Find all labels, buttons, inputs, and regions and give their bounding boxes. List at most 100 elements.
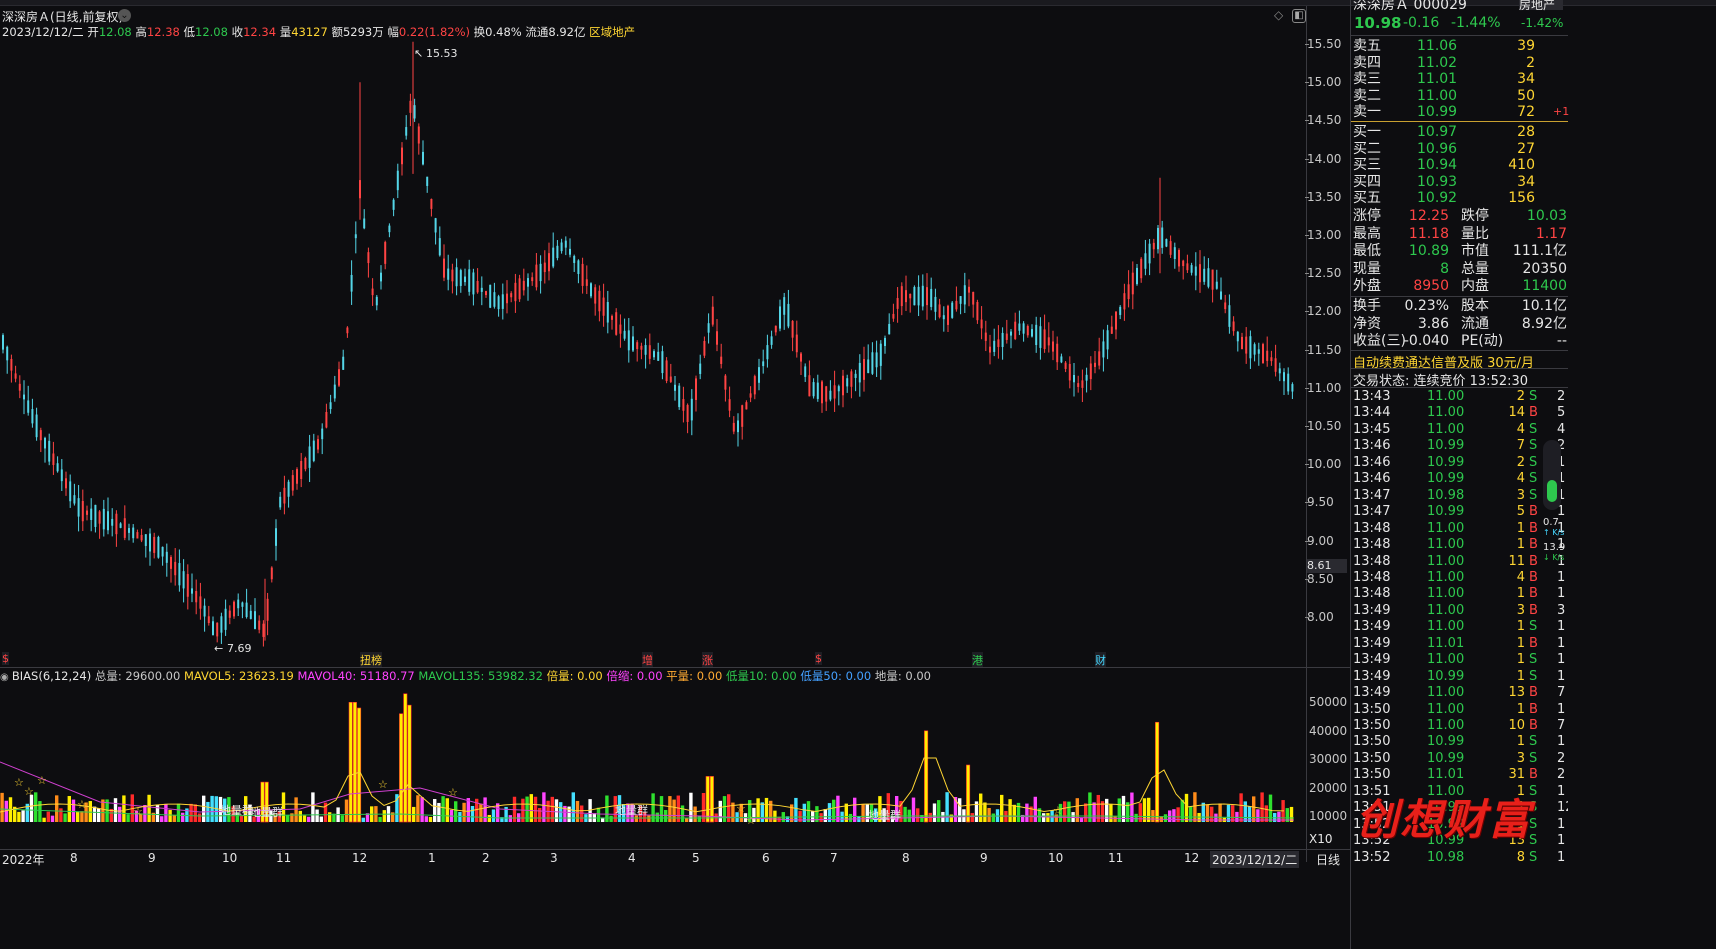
tick-row[interactable]: 13:49 11.00 1 S 1 bbox=[1351, 618, 1568, 636]
candle-body bbox=[1165, 239, 1168, 247]
volume-bar bbox=[773, 810, 777, 822]
order-book-volume: 39 bbox=[1517, 38, 1535, 54]
tick-row[interactable]: 13:43 11.00 2 S 2 bbox=[1351, 388, 1568, 406]
tick-row[interactable]: 13:49 10.99 1 S 1 bbox=[1351, 668, 1568, 686]
candlestick-chart[interactable]: 15.53↖7.69← bbox=[0, 6, 1306, 666]
stats-row: 涨停 12.25 跌停 10.03 bbox=[1351, 207, 1583, 225]
candle-body bbox=[111, 518, 114, 526]
order-book-row[interactable]: 卖四 11.02 2 bbox=[1351, 54, 1583, 72]
tick-row[interactable]: 13:46 10.99 2 S 1 bbox=[1351, 454, 1568, 472]
tick-row[interactable]: 13:50 10.99 1 S 1 bbox=[1351, 733, 1568, 751]
candle-body bbox=[1102, 341, 1105, 358]
volume-bar bbox=[147, 794, 151, 822]
candle-body bbox=[913, 287, 916, 306]
tick-count: 1 bbox=[1557, 734, 1566, 750]
event-marker[interactable]: 扭榜 bbox=[360, 652, 382, 668]
tick-row[interactable]: 13:45 11.00 4 S 4 bbox=[1351, 421, 1568, 439]
order-book-row[interactable]: 卖五 11.06 39 bbox=[1351, 37, 1583, 55]
order-book-row[interactable]: 卖三 11.01 34 bbox=[1351, 70, 1583, 88]
volume-tick: 20000 bbox=[1309, 780, 1348, 795]
event-marker[interactable]: $ bbox=[2, 652, 9, 665]
candle-body bbox=[1106, 330, 1109, 350]
tick-side: B bbox=[1529, 520, 1538, 536]
volume-bar bbox=[1151, 810, 1155, 822]
tick-volume: 31 bbox=[1508, 767, 1525, 783]
order-book-row[interactable]: 卖二 11.00 50 bbox=[1351, 87, 1583, 105]
candle-body bbox=[346, 327, 349, 334]
order-book-row[interactable]: 卖一 10.99 72 +1 bbox=[1351, 103, 1583, 121]
price-tick-mark bbox=[1305, 387, 1309, 389]
event-marker[interactable]: $ bbox=[815, 652, 822, 665]
order-book-label: 买三 bbox=[1353, 157, 1381, 173]
candle-body bbox=[619, 324, 622, 334]
tick-side: S bbox=[1529, 668, 1538, 684]
stats-row: 最高 11.18 量比 1.17 bbox=[1351, 225, 1583, 243]
tick-row[interactable]: 13:47 10.98 3 S 1 bbox=[1351, 487, 1568, 505]
tick-row[interactable]: 13:48 11.00 4 B 1 bbox=[1351, 569, 1568, 587]
order-book-row[interactable]: 买三 10.94 410 bbox=[1351, 156, 1583, 174]
chart-area[interactable]: 深深房Ａ(日线,前复权) ⌄ ◇ ◧ 2023/12/12/二 开12.08 高… bbox=[0, 6, 1432, 949]
tick-row[interactable]: 13:46 10.99 7 S 2 bbox=[1351, 437, 1568, 455]
tick-row[interactable]: 13:49 11.00 13 B 7 bbox=[1351, 684, 1568, 702]
star-icon: ☆ bbox=[448, 786, 458, 799]
tick-row[interactable]: 13:50 11.00 10 B 7 bbox=[1351, 717, 1568, 735]
order-book-row[interactable]: 买四 10.93 34 bbox=[1351, 173, 1583, 191]
candle-body bbox=[606, 302, 609, 323]
volume-bar bbox=[991, 813, 995, 822]
order-book-row[interactable]: 买二 10.96 27 bbox=[1351, 140, 1583, 158]
event-marker[interactable]: 财 bbox=[1095, 652, 1106, 668]
event-marker[interactable]: 港 bbox=[972, 652, 983, 668]
tick-price: 10.99 bbox=[1427, 504, 1465, 520]
tick-row[interactable]: 13:48 11.00 1 B 1 bbox=[1351, 585, 1568, 603]
volume-bar bbox=[352, 701, 357, 823]
tick-volume: 5 bbox=[1516, 504, 1525, 520]
tick-price: 11.00 bbox=[1427, 553, 1465, 569]
candle-body bbox=[434, 218, 437, 233]
tick-row[interactable]: 13:49 11.00 1 S 1 bbox=[1351, 651, 1568, 669]
tick-count: 2 bbox=[1557, 389, 1566, 404]
sector-badge[interactable]: 房地产 bbox=[1519, 0, 1563, 12]
tick-time: 13:48 bbox=[1353, 520, 1391, 536]
tick-row[interactable]: 13:48 11.00 11 B 1 bbox=[1351, 553, 1568, 571]
tick-time: 13:52 bbox=[1353, 849, 1391, 865]
candle-body bbox=[170, 557, 172, 569]
candle-body bbox=[1014, 321, 1017, 340]
indicator-settings-icon[interactable]: ◉ bbox=[0, 672, 12, 683]
tick-row[interactable]: 13:50 11.01 31 B 2 bbox=[1351, 766, 1568, 784]
trading-window: 深深房Ａ(日线,前复权) ⌄ ◇ ◧ 2023/12/12/二 开12.08 高… bbox=[0, 0, 1716, 949]
candle-body bbox=[426, 176, 429, 186]
tick-row[interactable]: 13:50 10.99 3 S 2 bbox=[1351, 750, 1568, 768]
indicator-label: 地量: bbox=[871, 669, 906, 683]
tick-list[interactable]: 13:43 11.00 2 S 2 13:44 11.00 14 B 5 13:45 11.00 4 S 4… bbox=[1351, 388, 1568, 949]
tick-row[interactable]: 13:50 11.00 1 B 1 bbox=[1351, 701, 1568, 719]
tick-row[interactable]: 13:44 11.00 14 B 5 bbox=[1351, 404, 1568, 422]
tick-row[interactable]: 13:46 10.99 4 S 1 bbox=[1351, 470, 1568, 488]
order-book-row[interactable]: 买一 10.97 28 bbox=[1351, 123, 1583, 141]
volume-tick: 30000 bbox=[1309, 752, 1348, 766]
order-book-price: 10.96 bbox=[1417, 140, 1458, 157]
event-marker[interactable]: 增 bbox=[642, 652, 653, 668]
candle-body bbox=[367, 252, 370, 264]
tick-row[interactable]: 13:49 11.00 3 B 3 bbox=[1351, 602, 1568, 620]
tick-side: S bbox=[1529, 389, 1538, 404]
candle-body bbox=[81, 500, 84, 522]
volume-bar bbox=[1147, 797, 1151, 822]
tick-row[interactable]: 13:49 11.01 1 B 1 bbox=[1351, 635, 1568, 653]
stat-label: 市值 bbox=[1461, 243, 1489, 259]
tick-row[interactable]: 13:48 11.00 1 B 1 bbox=[1351, 520, 1568, 538]
stat-label: 股本 bbox=[1461, 298, 1489, 314]
candle-body bbox=[56, 463, 59, 472]
order-book-label: 买五 bbox=[1353, 190, 1381, 206]
event-marker[interactable]: 涨 bbox=[702, 652, 713, 668]
candle-body bbox=[371, 288, 374, 296]
candle-body bbox=[447, 268, 450, 280]
tick-row[interactable]: 13:48 11.00 1 B 1 bbox=[1351, 536, 1568, 554]
order-book-row[interactable]: 买五 10.92 156 bbox=[1351, 189, 1583, 207]
volume-bar bbox=[340, 815, 344, 822]
tick-row[interactable]: 13:47 10.99 5 B 1 bbox=[1351, 503, 1568, 521]
volume-chart[interactable]: ☆☆☆☆☆☆☆☆☆☆地量群地量群 地量群 地量群 bbox=[0, 684, 1306, 850]
candle-body bbox=[707, 323, 710, 333]
volume-bar bbox=[903, 806, 907, 822]
tick-row[interactable]: 13:52 10.98 8 S 1 bbox=[1351, 849, 1568, 867]
tick-count: 1 bbox=[1557, 668, 1566, 684]
